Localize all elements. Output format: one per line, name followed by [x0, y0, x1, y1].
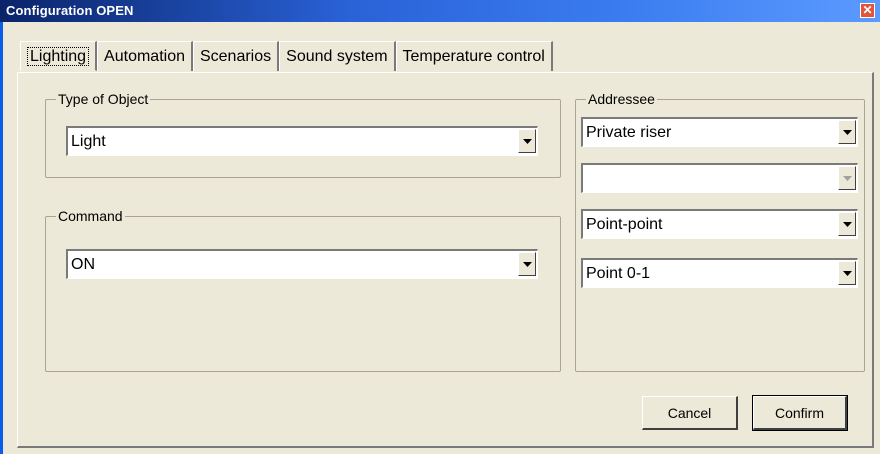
chevron-down-icon[interactable] [838, 120, 856, 144]
title-bar: Configuration OPEN ✕ [0, 0, 880, 22]
window-title: Configuration OPEN [6, 3, 134, 18]
close-icon[interactable]: ✕ [860, 3, 875, 18]
type-of-object-value: Light [71, 133, 106, 150]
chevron-down-icon[interactable] [518, 252, 536, 276]
riser-select[interactable]: Private riser [581, 117, 858, 147]
tab-temperature-control[interactable]: Temperature control [395, 41, 553, 71]
riser-value: Private riser [586, 124, 672, 141]
point-value: Point 0-1 [586, 265, 651, 282]
tab-sound-system[interactable]: Sound system [279, 41, 396, 71]
addressee-group: Addressee Private riser Point-point Poin… [575, 91, 865, 372]
tab-automation[interactable]: Automation [97, 41, 193, 71]
tab-panel-lighting: Type of Object Light Command ON Addresse… [17, 72, 874, 448]
type-of-object-label: Type of Object [56, 91, 151, 107]
mode-value: Point-point [586, 216, 663, 233]
type-of-object-group: Type of Object Light [45, 91, 561, 178]
tab-strip: Lighting Automation Scenarios Sound syst… [20, 41, 553, 73]
chevron-down-icon[interactable] [838, 261, 856, 285]
configuration-window: Configuration OPEN ✕ Lighting Automation… [0, 0, 880, 454]
chevron-down-icon[interactable] [518, 129, 536, 153]
tab-lighting[interactable]: Lighting [20, 41, 98, 71]
tab-scenarios[interactable]: Scenarios [192, 41, 280, 71]
command-label: Command [56, 208, 125, 224]
command-group: Command ON [45, 208, 561, 372]
command-select[interactable]: ON [66, 249, 538, 279]
confirm-button[interactable]: Confirm [752, 395, 848, 431]
mode-select[interactable]: Point-point [581, 209, 858, 239]
chevron-down-icon[interactable] [838, 212, 856, 236]
type-of-object-select[interactable]: Light [66, 126, 538, 156]
cancel-button[interactable]: Cancel [642, 396, 738, 430]
secondary-select [581, 163, 858, 193]
command-value: ON [71, 256, 95, 273]
chevron-down-icon [838, 166, 856, 190]
point-select[interactable]: Point 0-1 [581, 258, 858, 288]
window-border [0, 22, 3, 454]
addressee-label: Addressee [586, 91, 657, 107]
